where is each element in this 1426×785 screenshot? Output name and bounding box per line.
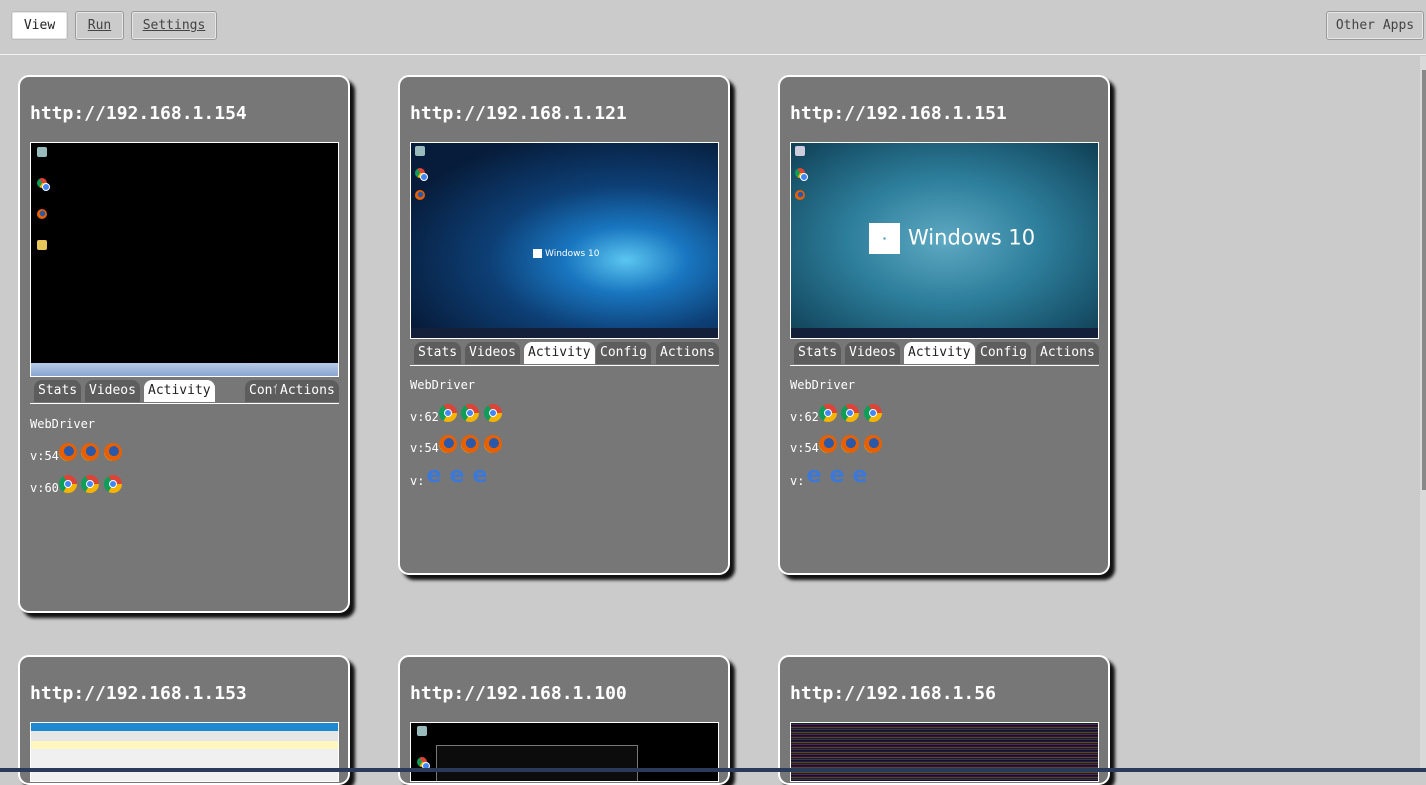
tab-activity[interactable]: Activity [904, 342, 975, 364]
tab-activity[interactable]: Activity [524, 342, 595, 364]
chrome-icon[interactable] [59, 475, 77, 493]
taskbar [411, 328, 718, 338]
tab-stats[interactable]: Stats [414, 342, 462, 364]
tab-videos[interactable]: Videos [845, 342, 900, 364]
tab-actions[interactable]: Actions [276, 380, 339, 402]
firefox-icon[interactable] [461, 435, 479, 453]
tab-stats[interactable]: Stats [34, 380, 82, 402]
version-label: v:54 [790, 441, 819, 455]
tab-videos[interactable]: Videos [465, 342, 520, 364]
node-screenshot[interactable]: Windows 10 [410, 142, 719, 339]
tab-stats[interactable]: Stats [794, 342, 842, 364]
chrome-icon [37, 178, 50, 191]
firefox-icon[interactable] [819, 435, 837, 453]
firefox-icon [37, 209, 47, 219]
firefox-icon [795, 190, 805, 200]
version-label: v:54 [410, 441, 439, 455]
edge-icon[interactable]: e [828, 465, 846, 487]
firefox-icon[interactable] [59, 443, 77, 461]
firefox-icon[interactable] [104, 443, 122, 461]
firefox-icon[interactable] [81, 443, 99, 461]
node-card: http://192.168.1.56 [778, 655, 1110, 785]
node-url[interactable]: http://192.168.1.100 [410, 683, 627, 704]
node-card: http://192.168.1.100 [398, 655, 730, 785]
firefox-icon[interactable] [841, 435, 859, 453]
node-url[interactable]: http://192.168.1.153 [30, 683, 247, 704]
edge-icon[interactable]: e [448, 465, 466, 487]
recycle-bin-icon [37, 147, 47, 157]
edge-icon[interactable]: e [425, 465, 443, 487]
chrome-icon[interactable] [104, 475, 122, 493]
windows-logo: Windows 10 [533, 249, 600, 259]
version-label: v:62 [410, 410, 439, 424]
windows-logo: Windows 10 [869, 223, 1035, 254]
taskbar [791, 328, 1098, 338]
chrome-icon[interactable] [81, 475, 99, 493]
node-screenshot[interactable]: Windows 10 [790, 142, 1099, 339]
version-label: v: [790, 474, 805, 488]
browser-title-bar [31, 723, 338, 731]
bottom-taskbar-edge [0, 768, 1426, 772]
view-button[interactable]: View [11, 11, 68, 40]
recycle-bin-icon [795, 146, 805, 156]
recycle-bin-icon [417, 726, 427, 736]
node-card: http://192.168.1.154 Stats Videos Activi… [18, 75, 350, 613]
automation-infobar [31, 741, 338, 749]
edge-icon[interactable]: e [805, 465, 823, 487]
chrome-icon[interactable] [819, 404, 837, 422]
tab-actions[interactable]: Actions [1036, 342, 1099, 364]
node-tabs: Stats Videos Activity Config Actions [790, 339, 1099, 366]
firefox-icon[interactable] [439, 435, 457, 453]
settings-button[interactable]: Settings [131, 11, 217, 40]
node-screenshot[interactable] [410, 722, 719, 782]
node-screenshot[interactable] [30, 142, 339, 377]
node-url[interactable]: http://192.168.1.121 [410, 103, 627, 124]
recycle-bin-icon [415, 146, 425, 156]
tab-actions[interactable]: Actions [656, 342, 719, 364]
edge-icon[interactable]: e [471, 465, 489, 487]
node-card: http://192.168.1.153 [18, 655, 350, 785]
version-label: v: [410, 474, 425, 488]
chrome-icon[interactable] [841, 404, 859, 422]
webdriver-label: WebDriver [790, 378, 856, 392]
chrome-icon[interactable] [484, 404, 502, 422]
taskbar [31, 363, 338, 376]
node-url[interactable]: http://192.168.1.151 [790, 103, 1007, 124]
firefox-icon[interactable] [864, 435, 882, 453]
node-tabs: Stats Videos Activity Config Actions [30, 377, 339, 404]
node-screenshot[interactable] [790, 722, 1099, 782]
chrome-icon[interactable] [461, 404, 479, 422]
version-label: v:62 [790, 410, 819, 424]
version-label: v:60 [30, 481, 59, 495]
chrome-icon [417, 757, 430, 770]
edge-icon[interactable]: e [851, 465, 869, 487]
chrome-icon [415, 168, 428, 181]
firefox-icon [415, 190, 425, 200]
scrollbar-thumb[interactable] [1422, 70, 1426, 490]
node-card: http://192.168.1.151 Windows 10 Stats Vi… [778, 75, 1110, 575]
node-card: http://192.168.1.121 Windows 10 Stats Vi… [398, 75, 730, 575]
chrome-icon[interactable] [439, 404, 457, 422]
node-url[interactable]: http://192.168.1.56 [790, 683, 996, 704]
console-window [436, 745, 638, 781]
browser-address-bar [31, 731, 338, 741]
run-button[interactable]: Run [75, 11, 124, 40]
version-label: v:54 [30, 449, 59, 463]
firefox-icon[interactable] [484, 435, 502, 453]
chrome-icon[interactable] [864, 404, 882, 422]
tab-videos[interactable]: Videos [85, 380, 140, 402]
tab-config[interactable]: Config [596, 342, 651, 364]
webdriver-label: WebDriver [30, 417, 96, 431]
folder-icon [37, 240, 47, 250]
tab-config[interactable]: Config [976, 342, 1031, 364]
node-screenshot[interactable] [30, 722, 339, 782]
other-apps-button[interactable]: Other Apps [1326, 11, 1424, 40]
webdriver-label: WebDriver [410, 378, 476, 392]
node-tabs: Stats Videos Activity Config Actions [410, 339, 719, 366]
top-toolbar: View Run Settings Other Apps [0, 0, 1426, 55]
node-url[interactable]: http://192.168.1.154 [30, 103, 247, 124]
chrome-icon [795, 168, 808, 181]
tab-activity[interactable]: Activity [144, 380, 215, 402]
